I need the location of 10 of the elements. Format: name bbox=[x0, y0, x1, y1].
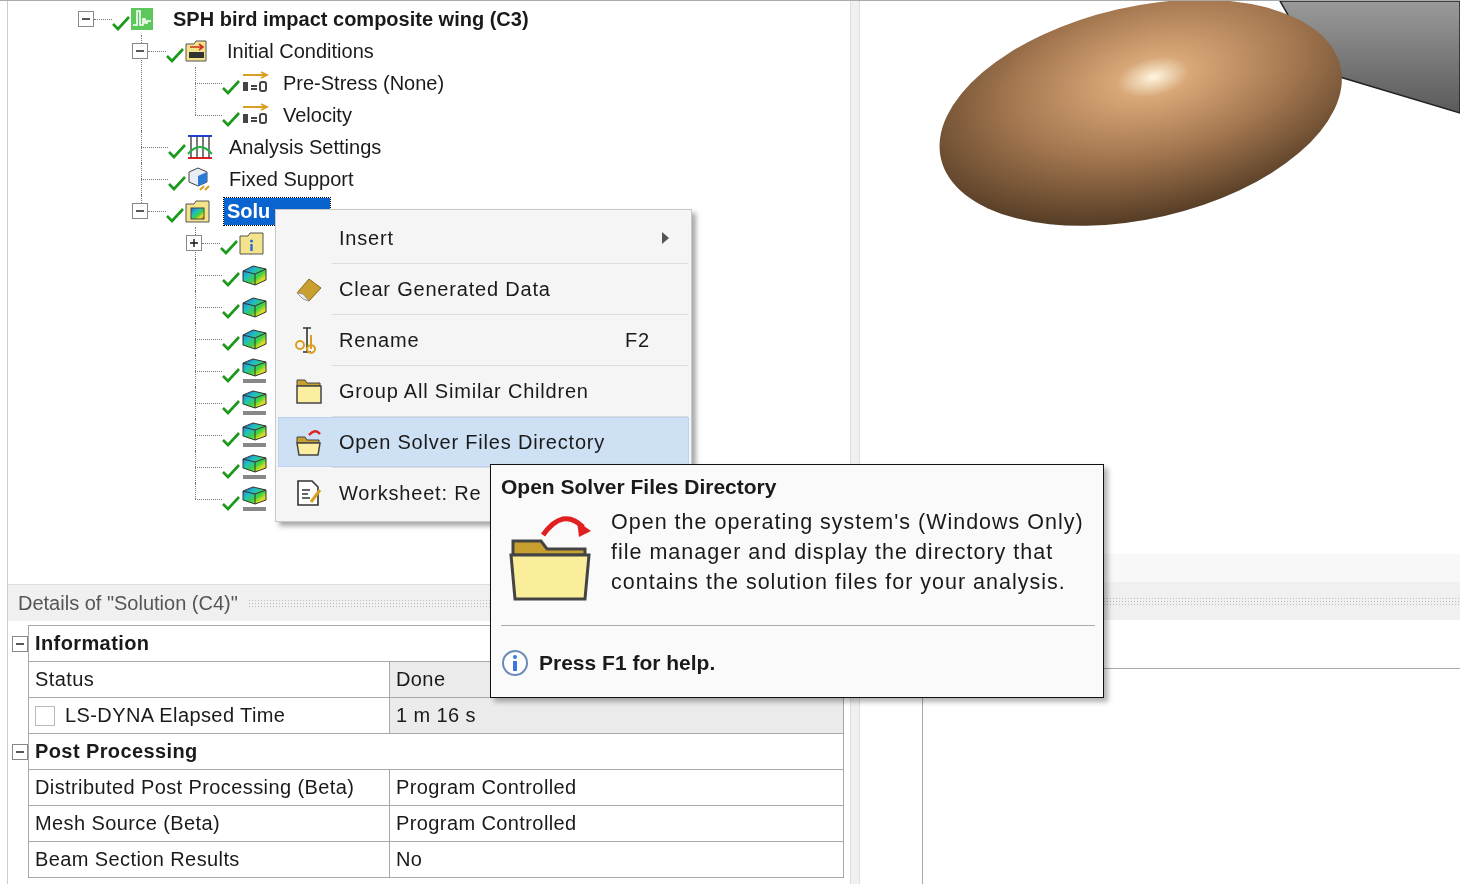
property-label: LS-DYNA Elapsed Time bbox=[65, 704, 286, 727]
shortcut-label: F2 bbox=[625, 328, 650, 352]
property-label: Status bbox=[28, 661, 390, 698]
property-label: Distributed Post Processing (Beta) bbox=[28, 769, 390, 806]
property-value: 1 m 16 s bbox=[389, 697, 844, 734]
panel-title: Details of "Solution (C4)" bbox=[18, 591, 238, 615]
tooltip-title: Open Solver Files Directory bbox=[501, 475, 778, 499]
property-label: Mesh Source (Beta) bbox=[28, 805, 390, 842]
property-label: Beam Section Results bbox=[28, 841, 390, 878]
tooltip-description: Open the operating system's (Windows Only) file manager and display the directory that contains the solution files for your analysis. bbox=[611, 509, 1085, 596]
